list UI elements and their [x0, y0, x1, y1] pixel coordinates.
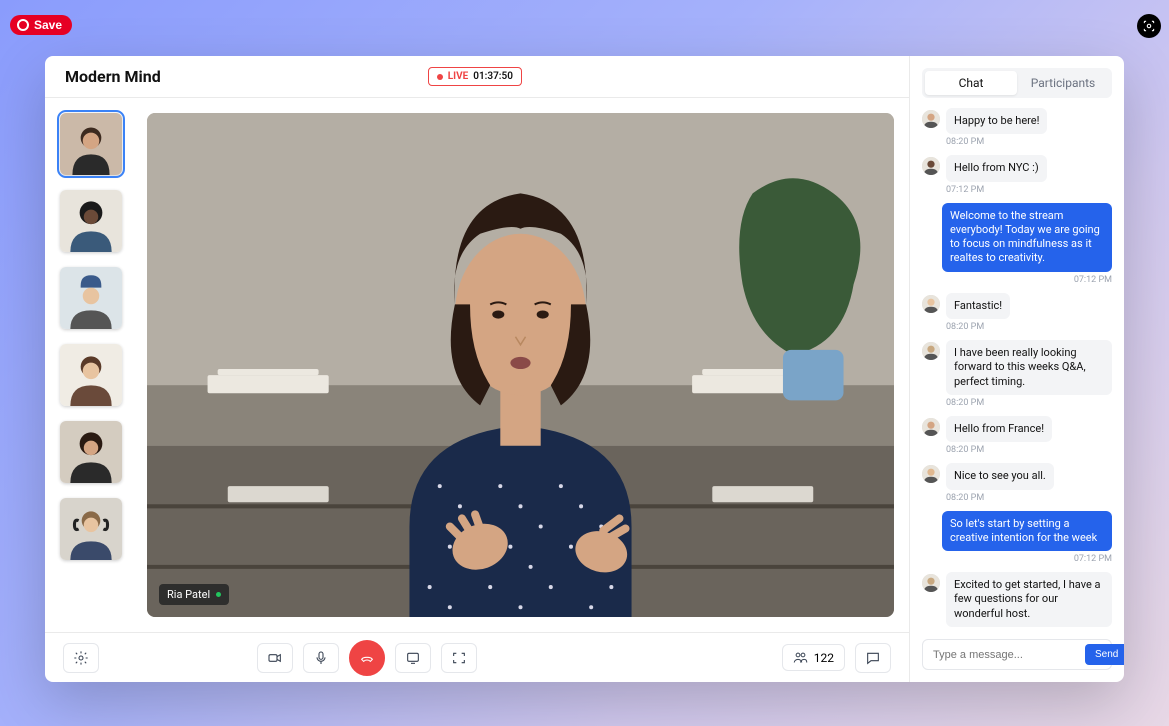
chat-message: So let's start by setting a creative int…: [922, 511, 1112, 565]
chat-timestamp: 07:12 PM: [946, 185, 1047, 195]
live-badge: LIVE 01:37:50: [428, 67, 522, 86]
chat-bubble: Hello from France!: [946, 416, 1052, 442]
share-screen-button[interactable]: [395, 643, 431, 673]
avatar: [922, 574, 940, 592]
chat-input[interactable]: [927, 645, 1081, 665]
chat-bubble: I have been really looking forward to th…: [946, 340, 1112, 395]
chat-bubble: Happy to be here!: [946, 108, 1047, 134]
avatar: [922, 418, 940, 436]
camera-button[interactable]: [257, 643, 293, 673]
chat-timestamp: 08:20 PM: [946, 322, 1010, 332]
thumb-participant[interactable]: [60, 344, 122, 406]
chat-toggle-button[interactable]: [855, 643, 891, 673]
chat-list: Happy to be here! 08:20 PM Hello from NYC …: [922, 108, 1112, 629]
send-button[interactable]: Send: [1085, 644, 1124, 665]
save-button[interactable]: Save: [10, 15, 72, 35]
chat-message: Excited to get started, I have a few que…: [922, 572, 1112, 629]
chat-message: I have been really looking forward to th…: [922, 340, 1112, 408]
thumb-participant[interactable]: [60, 498, 122, 560]
chat-message: Hello from NYC :) 07:12 PM: [922, 155, 1112, 194]
live-dot-icon: [437, 74, 443, 80]
chat-message: Happy to be here! 08:20 PM: [922, 108, 1112, 147]
chat-timestamp: 08:20 PM: [946, 445, 1052, 455]
thumb-participant[interactable]: [60, 421, 122, 483]
live-time: 01:37:50: [473, 71, 513, 82]
avatar: [922, 342, 940, 360]
chat-bubble: So let's start by setting a creative int…: [942, 511, 1112, 552]
chat-message: Fantastic! 08:20 PM: [922, 293, 1112, 332]
hangup-button[interactable]: [349, 640, 385, 676]
chat-bubble: Welcome to the stream everybody! Today w…: [942, 203, 1112, 272]
participants-count-button[interactable]: 122: [782, 644, 845, 671]
chat-bubble: Nice to see you all.: [946, 463, 1054, 489]
tab-participants[interactable]: Participants: [1017, 71, 1109, 95]
chat-bubble: Excited to get started, I have a few que…: [946, 572, 1112, 627]
chat-timestamp: 08:20 PM: [946, 398, 1112, 408]
sidebar-tabs: Chat Participants: [922, 68, 1112, 98]
participant-thumbnails: [60, 113, 132, 617]
mic-button[interactable]: [303, 643, 339, 673]
speaker-name: Ria Patel: [167, 588, 210, 601]
speaker-name-tag: Ria Patel: [159, 584, 229, 605]
thumb-participant[interactable]: [60, 267, 122, 329]
tab-chat[interactable]: Chat: [925, 71, 1017, 95]
status-dot-icon: [216, 592, 221, 597]
chat-composer: Send: [922, 639, 1112, 670]
live-label: LIVE: [448, 71, 469, 82]
chat-bubble: Hello from NYC :): [946, 155, 1047, 181]
chat-message: Hello from France! 08:20 PM: [922, 416, 1112, 455]
participants-count: 122: [814, 651, 834, 665]
avatar: [922, 465, 940, 483]
chat-message: Welcome to the stream everybody! Today w…: [922, 203, 1112, 285]
sidebar: Chat Participants Happy to be here! 08:20…: [909, 56, 1124, 682]
avatar: [922, 157, 940, 175]
avatar: [922, 110, 940, 128]
controls-bar: 122: [45, 632, 909, 682]
chat-timestamp: 08:20 PM: [946, 137, 1047, 147]
chat-timestamp: 07:12 PM: [1074, 554, 1112, 564]
settings-button[interactable]: [63, 643, 99, 673]
header: Modern Mind LIVE 01:37:50: [45, 56, 909, 98]
avatar: [922, 295, 940, 313]
chat-timestamp: 08:20 PM: [946, 493, 1054, 503]
chat-bubble: Fantastic!: [946, 293, 1010, 319]
chat-timestamp: 07:12 PM: [1074, 275, 1112, 285]
video-stage[interactable]: Ria Patel: [147, 113, 894, 617]
thumb-participant[interactable]: [60, 113, 122, 175]
thumb-participant[interactable]: [60, 190, 122, 252]
app-window: Modern Mind LIVE 01:37:50: [45, 56, 1124, 682]
lens-icon[interactable]: [1137, 14, 1161, 38]
chat-message: Nice to see you all. 08:20 PM: [922, 463, 1112, 502]
fullscreen-button[interactable]: [441, 643, 477, 673]
page-title: Modern Mind: [65, 67, 161, 86]
